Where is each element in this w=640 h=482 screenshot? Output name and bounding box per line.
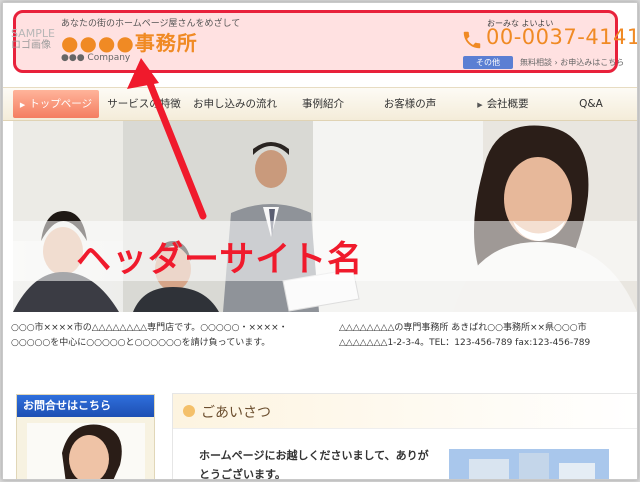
phone-number[interactable]: 00-0037-4141 (486, 25, 637, 49)
operator-photo (27, 423, 145, 479)
contact-box[interactable]: お問合せはこちら (16, 394, 155, 479)
contact-title: お問合せはこちら (17, 395, 154, 417)
site-header: SAMPLE ロゴ画像 あなたの街のホームページ屋さんをめざして ●●●●事務所… (3, 3, 637, 81)
browser-page: SAMPLE ロゴ画像 あなたの街のホームページ屋さんをめざして ●●●●事務所… (2, 2, 638, 480)
contact-line: △△△△△△△1-2-3-4。TEL：123-456-789 fax:123-4… (339, 338, 591, 348)
intro-text-right: △△△△△△△△の専門事務所 あきばれ○○事務所××県○○○市 △△△△△△△1… (339, 321, 637, 351)
nav-item-qa[interactable]: Q&A (551, 88, 631, 120)
business-people-photo (13, 121, 637, 312)
nav-item-label: トップページ (29, 98, 93, 110)
hero-caption: ヘッダーサイト名 (76, 240, 364, 280)
other-button[interactable]: その他 (463, 56, 513, 69)
site-name[interactable]: ●●●●事務所 (61, 27, 198, 56)
phone-icon (463, 31, 481, 49)
hero-image: ヘッダーサイト名 (13, 121, 637, 312)
nav-item-voice[interactable]: お客様の声 (365, 88, 455, 120)
nav-arrow-icon: ▶ (19, 101, 26, 109)
nav-item-company[interactable]: ▶ 会社概要 (458, 88, 548, 120)
nav-item-label: お客様の声 (383, 98, 437, 110)
nav-item-service[interactable]: サービスの特徴 (101, 88, 187, 120)
building-photo (449, 449, 609, 479)
greeting-section: ごあいさつ ホームページにお越しくださいまして、ありがとうございます。 (172, 393, 637, 480)
nav-arrow-icon: ▶ (477, 101, 483, 109)
nav-item-label: 事例紹介 (302, 98, 344, 110)
nav-item-top[interactable]: ▶ トップページ (13, 90, 99, 118)
greeting-header: ごあいさつ (173, 394, 637, 429)
nav-item-label: 会社概要 (486, 98, 529, 110)
address-line: △△△△△△△△の専門事務所 あきばれ○○事務所××県○○○市 (339, 323, 587, 333)
nav-item-cases[interactable]: 事例紹介 (283, 88, 363, 120)
intro-text-left: ○○○市××××市の△△△△△△△△専門店です。○○○○○・××××・○○○○○… (11, 323, 288, 348)
nav-item-label: お申し込みの流れ (193, 98, 277, 110)
company-name: ●●● Company (61, 53, 131, 63)
global-nav: ▶ トップページ サービスの特徴 お申し込みの流れ 事例紹介 お客様の声 ▶ 会社概… (3, 87, 637, 121)
logo-text-sample: SAMPLE (11, 27, 55, 40)
nav-item-label: サービスの特徴 (107, 98, 181, 110)
greeting-title: ごあいさつ (201, 405, 271, 421)
logo[interactable]: SAMPLE ロゴ画像 (11, 28, 55, 64)
header-sub-links[interactable]: 無料相談 › お申込みはこちら (520, 57, 624, 68)
greeting-text: ホームページにお越しくださいまして、ありがとうございます。 (199, 449, 429, 480)
flower-icon (183, 405, 195, 417)
nav-item-flow[interactable]: お申し込みの流れ (189, 88, 281, 120)
logo-text-image: ロゴ画像 (11, 40, 51, 51)
nav-item-label: Q&A (579, 98, 603, 110)
